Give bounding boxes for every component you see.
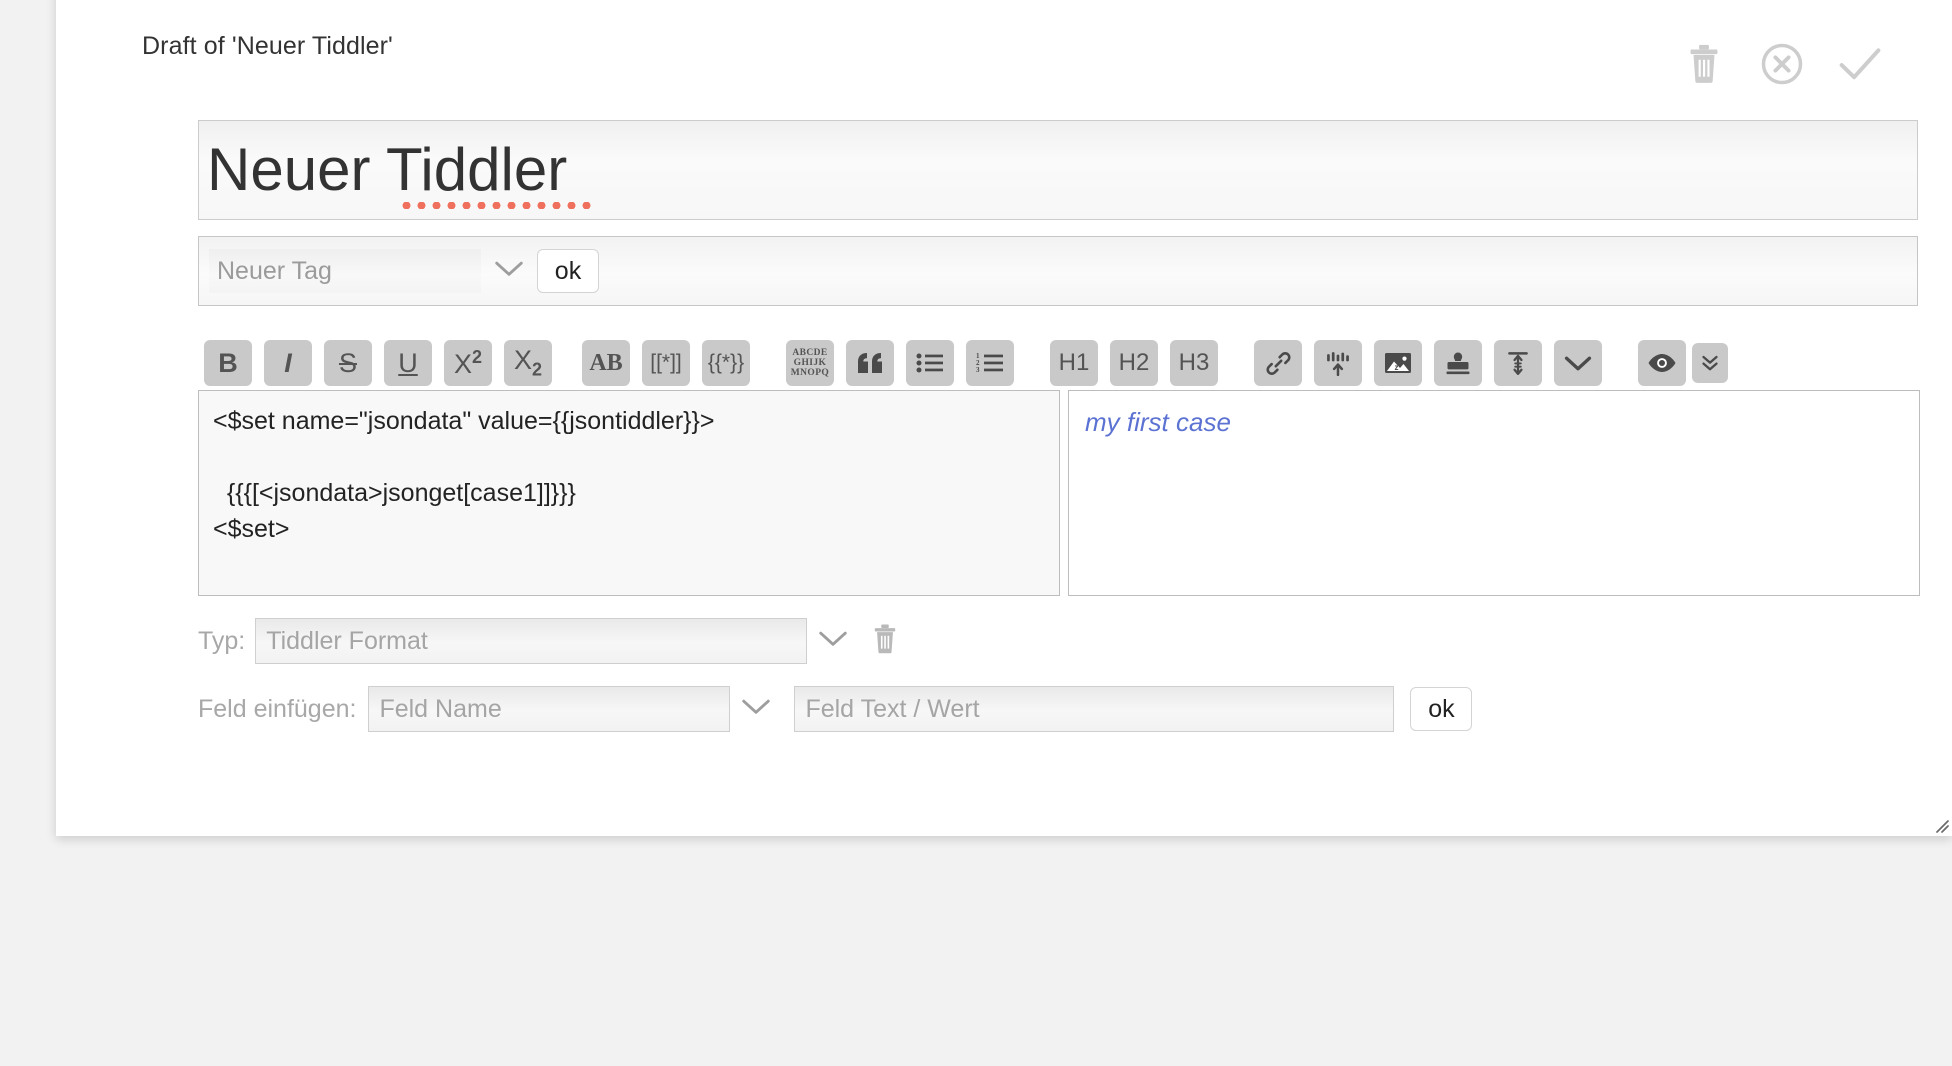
chevron-down-icon xyxy=(818,630,848,653)
stamp-icon xyxy=(1445,351,1471,376)
tiddler-editor-card: Draft of 'Neuer Tiddler' Neuer Tiddler N… xyxy=(56,0,1952,836)
numbered-list-button[interactable]: 1 2 3 xyxy=(966,340,1014,386)
type-label: Typ: xyxy=(198,626,246,655)
tiddler-title-value: Neuer Tiddler xyxy=(207,136,568,203)
excise-icon xyxy=(1325,351,1352,376)
heading-1-icon: H1 xyxy=(1058,349,1090,376)
excise-button[interactable] xyxy=(1314,340,1362,386)
resize-grip-icon[interactable] xyxy=(1931,815,1949,833)
preview-link[interactable]: my first case xyxy=(1085,405,1903,439)
double-chevron-down-icon xyxy=(1700,353,1720,373)
quote-icon xyxy=(857,352,884,374)
tiddler-text-editor[interactable]: <$set name="jsondata" value={{jsontiddle… xyxy=(198,390,1060,596)
heading-3-icon: H3 xyxy=(1178,349,1210,376)
eye-icon xyxy=(1647,353,1677,373)
bulleted-list-button[interactable] xyxy=(906,340,954,386)
chevron-down-icon xyxy=(741,698,771,721)
bulleted-list-icon xyxy=(916,352,944,374)
superscript-button[interactable]: X2 xyxy=(444,340,492,386)
subscript-icon: X2 xyxy=(513,345,543,380)
wikilink-button[interactable]: [[*]] xyxy=(642,340,690,386)
transclusion-button[interactable]: {{*}} xyxy=(702,340,750,386)
trash-icon xyxy=(1687,44,1721,84)
add-field-ok-button[interactable]: ok xyxy=(1410,687,1473,731)
strikethrough-icon: S xyxy=(338,347,357,378)
italic-icon: I xyxy=(284,347,292,378)
delete-tiddler-button[interactable] xyxy=(1680,40,1728,88)
underline-button[interactable]: U xyxy=(384,340,432,386)
numbered-list-icon: 1 2 3 xyxy=(976,352,1004,374)
heading-1-button[interactable]: H1 xyxy=(1050,340,1098,386)
type-delete-button[interactable] xyxy=(859,618,911,664)
editor-page: Draft of 'Neuer Tiddler' Neuer Tiddler N… xyxy=(0,0,1952,1066)
heading-2-icon: H2 xyxy=(1118,349,1150,376)
editor-actions xyxy=(1680,40,1884,88)
new-tag-input[interactable]: Neuer Tag xyxy=(209,249,481,293)
quote-button[interactable] xyxy=(846,340,894,386)
add-field-label: Feld einfügen: xyxy=(198,694,357,723)
editor-height-button[interactable] xyxy=(1494,340,1542,386)
field-value-input[interactable]: Feld Text / Wert xyxy=(794,686,1395,732)
tiddler-title-field[interactable]: Neuer Tiddler xyxy=(198,120,1918,220)
picture-button[interactable]: z xyxy=(1374,340,1422,386)
svg-text:3: 3 xyxy=(976,366,980,374)
more-tools-button[interactable] xyxy=(1554,340,1602,386)
monospace-button[interactable]: AB xyxy=(582,340,630,386)
field-name-dropdown-button[interactable] xyxy=(730,686,782,732)
svg-text:z: z xyxy=(1395,363,1399,372)
add-field-row: Feld einfügen: Feld Name Feld Text / Wer… xyxy=(198,686,1473,732)
tag-dropdown-button[interactable] xyxy=(481,249,537,293)
type-input[interactable]: Tiddler Format xyxy=(255,618,808,664)
transclusion-icon: {{*}} xyxy=(707,351,745,374)
type-row: Typ: Tiddler Format xyxy=(198,618,911,664)
bold-button[interactable]: B xyxy=(204,340,252,386)
cancel-edit-button[interactable] xyxy=(1758,40,1806,88)
confirm-edit-button[interactable] xyxy=(1836,40,1884,88)
chevron-down-icon xyxy=(494,260,524,283)
link-button[interactable] xyxy=(1254,340,1302,386)
link-chain-icon xyxy=(1265,350,1292,377)
draft-title: Draft of 'Neuer Tiddler' xyxy=(142,32,393,60)
picture-icon: z xyxy=(1384,351,1412,375)
monospace-icon: AB xyxy=(589,349,623,376)
heading-3-button[interactable]: H3 xyxy=(1170,340,1218,386)
field-name-input[interactable]: Feld Name xyxy=(368,686,731,732)
monospace-block-button[interactable]: ABCDE GHIJK MNOPQ xyxy=(786,340,834,386)
underline-icon: U xyxy=(398,347,418,378)
strikethrough-button[interactable]: S xyxy=(324,340,372,386)
stamp-button[interactable] xyxy=(1434,340,1482,386)
cancel-circle-icon xyxy=(1760,42,1804,86)
superscript-icon: X2 xyxy=(453,346,483,379)
chevron-down-icon xyxy=(1564,355,1592,372)
italic-button[interactable]: I xyxy=(264,340,312,386)
tag-row: Neuer Tag ok xyxy=(198,236,1918,306)
preview-button[interactable] xyxy=(1638,340,1686,386)
check-icon xyxy=(1836,42,1884,86)
heading-2-button[interactable]: H2 xyxy=(1110,340,1158,386)
bold-icon: B xyxy=(218,347,238,378)
preview-type-button[interactable] xyxy=(1692,343,1728,383)
monospace-block-icon: ABCDE GHIJK MNOPQ xyxy=(790,348,830,378)
subscript-button[interactable]: X2 xyxy=(504,340,552,386)
spellcheck-underline xyxy=(399,202,595,209)
format-toolbar: B I S U X2 X2 AB [[*]] {{*}} ABCDE GHIJK M… xyxy=(204,340,1740,386)
tiddler-preview-pane: my first case xyxy=(1068,390,1920,596)
trash-icon xyxy=(872,624,898,659)
wikilink-icon: [[*]] xyxy=(650,351,682,374)
tag-ok-button[interactable]: ok xyxy=(537,249,599,293)
editor-height-icon xyxy=(1505,350,1531,376)
type-dropdown-button[interactable] xyxy=(807,618,859,664)
